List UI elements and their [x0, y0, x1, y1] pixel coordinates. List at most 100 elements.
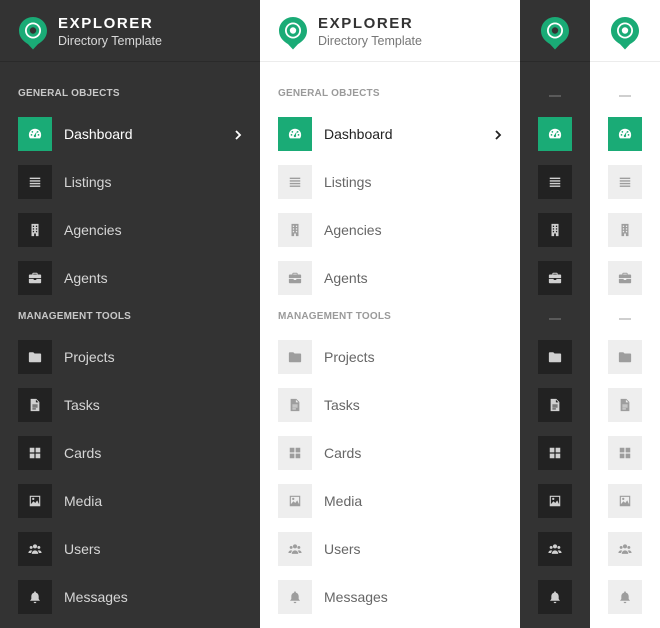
nav-item-cards[interactable]: [608, 436, 642, 470]
nav-item-agencies[interactable]: Agencies: [18, 213, 260, 247]
list-icon: [29, 177, 41, 187]
image-icon: [289, 495, 301, 507]
nav-icon-box: [538, 580, 572, 614]
image-icon: [29, 495, 41, 507]
nav-icon-box: [18, 213, 52, 247]
sidebar-light-expanded: EXPLORER Directory Template GENERAL OBJECT…: [260, 0, 520, 628]
brand-header[interactable]: [520, 0, 590, 62]
nav-item-tasks[interactable]: [538, 388, 572, 422]
nav-icon-box: [18, 388, 52, 422]
nav-item-agencies[interactable]: [538, 213, 572, 247]
nav-item-dashboard[interactable]: Dashboard: [278, 117, 520, 151]
nav-item-tasks[interactable]: Tasks: [18, 388, 260, 422]
section-divider: [619, 318, 631, 320]
nav-icon-box: [18, 117, 52, 151]
brand-header[interactable]: EXPLORER Directory Template: [260, 0, 520, 62]
map-pin-icon: [18, 16, 48, 50]
nav-icon-box: [18, 340, 52, 374]
nav-item-label: Messages: [64, 589, 128, 605]
nav-item-users[interactable]: Users: [278, 532, 520, 566]
nav-item-projects[interactable]: [608, 340, 642, 374]
nav-item-messages[interactable]: Messages: [278, 580, 520, 614]
nav-icon-box: [608, 213, 642, 247]
nav-item-label: Projects: [64, 349, 115, 365]
building-icon: [551, 223, 559, 237]
brand-subtitle: Directory Template: [318, 34, 422, 48]
building-icon: [291, 223, 299, 237]
nav-item-media[interactable]: [538, 484, 572, 518]
nav-item-cards[interactable]: [538, 436, 572, 470]
briefcase-icon: [28, 272, 42, 284]
nav-item-projects[interactable]: Projects: [278, 340, 520, 374]
list-icon: [549, 177, 561, 187]
building-icon: [621, 223, 629, 237]
section-heading: MANAGEMENT TOOLS: [18, 311, 132, 322]
nav-item-media[interactable]: Media: [18, 484, 260, 518]
nav-icon-box: [608, 165, 642, 199]
nav-item-projects[interactable]: Projects: [18, 340, 260, 374]
nav-item-label: Tasks: [64, 397, 100, 413]
nav-item-agencies[interactable]: Agencies: [278, 213, 520, 247]
nav-icon-box: [278, 213, 312, 247]
nav-item-messages[interactable]: [608, 580, 642, 614]
chevron-right-icon: [493, 128, 503, 140]
nav-item-label: Cards: [64, 445, 102, 461]
nav-item-label: Tasks: [324, 397, 360, 413]
building-icon: [31, 223, 39, 237]
nav-item-listings[interactable]: Listings: [278, 165, 520, 199]
nav-icon-box: [538, 436, 572, 470]
folder-icon: [28, 352, 42, 363]
nav-item-dashboard[interactable]: [538, 117, 572, 151]
nav-item-label: Media: [324, 493, 363, 509]
nav-item-projects[interactable]: [538, 340, 572, 374]
nav-item-listings[interactable]: [608, 165, 642, 199]
nav-item-listings[interactable]: Listings: [18, 165, 260, 199]
chevron-right-icon: [233, 128, 243, 140]
nav-item-agents[interactable]: [608, 261, 642, 295]
users-icon: [548, 544, 562, 554]
nav-icon-box: [278, 117, 312, 151]
nav-item-media[interactable]: [608, 484, 642, 518]
nav-icon-box: [18, 165, 52, 199]
nav-item-users[interactable]: [538, 532, 572, 566]
nav-icon-box: [608, 340, 642, 374]
nav-item-agents[interactable]: [538, 261, 572, 295]
nav-icon-box: [278, 532, 312, 566]
nav-icon-box: [538, 213, 572, 247]
nav-icon-box: [18, 484, 52, 518]
briefcase-icon: [548, 272, 562, 284]
brand-header[interactable]: [590, 0, 660, 62]
nav-item-dashboard[interactable]: Dashboard: [18, 117, 260, 151]
nav-icon-box: [278, 388, 312, 422]
nav-item-label: Listings: [64, 174, 112, 190]
nav-item-agents[interactable]: Agents: [18, 261, 260, 295]
nav-icon-box: [538, 484, 572, 518]
briefcase-icon: [288, 272, 302, 284]
grid-icon: [549, 447, 561, 459]
document-icon: [620, 398, 630, 412]
nav-item-dashboard[interactable]: [608, 117, 642, 151]
nav-icon-box: [278, 261, 312, 295]
nav-item-tasks[interactable]: Tasks: [278, 388, 520, 422]
nav-item-cards[interactable]: Cards: [18, 436, 260, 470]
brand-subtitle: Directory Template: [58, 34, 162, 48]
nav-item-agencies[interactable]: [608, 213, 642, 247]
brand-header[interactable]: EXPLORER Directory Template: [0, 0, 260, 62]
nav-item-agents[interactable]: Agents: [278, 261, 520, 295]
nav-item-listings[interactable]: [538, 165, 572, 199]
nav-item-users[interactable]: Users: [18, 532, 260, 566]
nav-item-label: Agents: [64, 270, 108, 286]
nav-item-messages[interactable]: Messages: [18, 580, 260, 614]
nav-item-media[interactable]: Media: [278, 484, 520, 518]
nav-item-users[interactable]: [608, 532, 642, 566]
nav-icon-box: [18, 532, 52, 566]
nav-item-label: Agents: [324, 270, 368, 286]
nav-item-messages[interactable]: [538, 580, 572, 614]
brand-title: EXPLORER: [318, 15, 414, 32]
nav-icon-box: [278, 484, 312, 518]
nav-item-cards[interactable]: Cards: [278, 436, 520, 470]
nav-icon-box: [538, 388, 572, 422]
bell-icon: [30, 591, 40, 604]
nav-item-tasks[interactable]: [608, 388, 642, 422]
document-icon: [550, 398, 560, 412]
